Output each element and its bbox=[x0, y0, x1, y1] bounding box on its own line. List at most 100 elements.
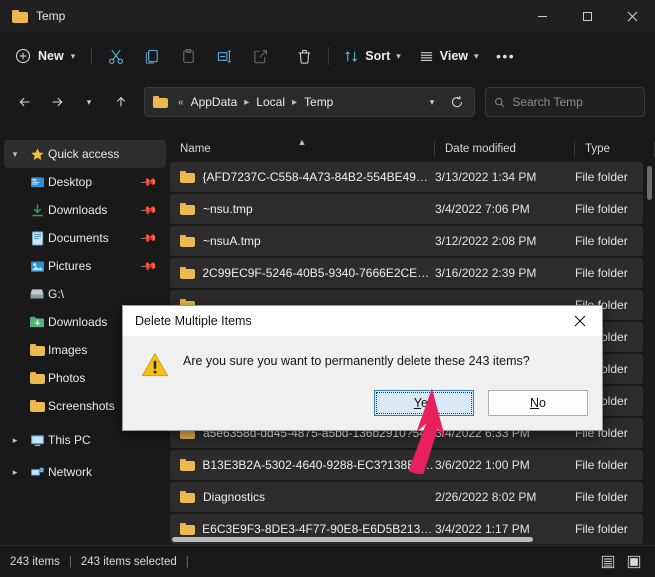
column-header-date-modified[interactable]: Date modified bbox=[435, 136, 575, 162]
sidebar-item-quick-access[interactable]: ▾ Quick access bbox=[4, 140, 166, 168]
file-date: 3/16/2022 2:39 PM bbox=[435, 266, 537, 280]
dialog-actions: Yes No bbox=[123, 384, 602, 430]
breadcrumb-local[interactable]: Local bbox=[254, 94, 287, 110]
chevron-right-icon[interactable]: ▸ bbox=[4, 467, 26, 478]
pin-icon[interactable]: 📌 bbox=[140, 257, 159, 275]
details-view-icon[interactable] bbox=[597, 551, 619, 573]
column-label: Name bbox=[180, 143, 211, 155]
chevron-down-icon[interactable]: ▾ bbox=[4, 149, 26, 160]
horizontal-scrollbar-thumb[interactable] bbox=[172, 537, 533, 542]
desktop-icon bbox=[26, 176, 48, 189]
back-button[interactable] bbox=[10, 87, 40, 117]
chevron-right-icon[interactable]: ▸ bbox=[4, 435, 26, 446]
sort-button[interactable]: Sort ▾ bbox=[335, 40, 410, 72]
up-button[interactable] bbox=[106, 87, 136, 117]
recent-locations-button[interactable]: ▾ bbox=[74, 87, 104, 117]
view-switch-buttons bbox=[597, 551, 645, 573]
yes-accesskey: Y bbox=[413, 396, 421, 410]
trash-icon bbox=[298, 49, 310, 64]
breadcrumb-temp[interactable]: Temp bbox=[302, 94, 335, 110]
up-arrow-icon bbox=[116, 96, 126, 107]
sidebar-label: Network bbox=[48, 465, 93, 479]
pin-icon[interactable]: 📌 bbox=[140, 229, 159, 247]
rename-icon bbox=[217, 50, 231, 62]
status-divider: | bbox=[185, 555, 189, 568]
folder-icon bbox=[180, 459, 195, 471]
copy-icon bbox=[145, 49, 158, 64]
file-type: File folder bbox=[575, 170, 628, 184]
table-row[interactable]: Diagnostics 2/26/2022 8:02 PM File folde… bbox=[170, 482, 643, 512]
status-bar: 243 items | 243 items selected | bbox=[0, 545, 655, 577]
search-input[interactable] bbox=[512, 95, 636, 109]
sidebar-item-network[interactable]: ▸ Network bbox=[4, 458, 166, 486]
cut-button[interactable] bbox=[98, 40, 134, 72]
sidebar-label: G:\ bbox=[48, 287, 65, 301]
sidebar-item-desktop[interactable]: Desktop 📌 bbox=[4, 168, 166, 196]
close-icon[interactable] bbox=[558, 306, 602, 336]
address-history-chevron-icon[interactable]: ▾ bbox=[420, 90, 444, 114]
table-row[interactable]: ~nsuA.tmp 3/12/2022 2:08 PM File folder bbox=[170, 226, 643, 256]
sidebar-item-drive-g[interactable]: G:\ bbox=[4, 280, 166, 308]
vertical-scrollbar-thumb[interactable] bbox=[647, 166, 652, 200]
refresh-icon[interactable] bbox=[444, 90, 470, 114]
pin-icon[interactable]: 📌 bbox=[140, 201, 159, 219]
sidebar-label: Screenshots bbox=[48, 399, 115, 413]
breadcrumb-chevron-icon: ▸ bbox=[291, 96, 298, 108]
table-row[interactable]: 2C99EC9F-5246-40B5-9340-7666E2CEE986 3/1… bbox=[170, 258, 643, 288]
file-date: 3/13/2022 1:34 PM bbox=[435, 170, 537, 184]
folder-icon bbox=[26, 400, 48, 412]
horizontal-scrollbar[interactable] bbox=[172, 537, 533, 542]
rename-button[interactable] bbox=[206, 40, 242, 72]
documents-icon bbox=[26, 231, 48, 246]
sidebar-item-downloads[interactable]: Downloads 📌 bbox=[4, 196, 166, 224]
chevron-down-icon: ▾ bbox=[70, 50, 76, 61]
sidebar-item-pictures[interactable]: Pictures 📌 bbox=[4, 252, 166, 280]
file-date: 3/4/2022 7:06 PM bbox=[435, 202, 530, 216]
sidebar-label: Documents bbox=[48, 231, 109, 245]
folder-icon bbox=[180, 203, 195, 215]
yes-label-rest: es bbox=[421, 396, 435, 410]
sort-icon bbox=[345, 50, 358, 62]
table-row[interactable]: B13E3B2A-5302-4640-9288-EC3?138B4C7E 3/6… bbox=[170, 450, 643, 480]
forward-button[interactable] bbox=[42, 87, 72, 117]
pin-icon[interactable]: 📌 bbox=[140, 173, 159, 191]
breadcrumb-appdata[interactable]: AppData bbox=[189, 94, 240, 110]
column-header-name[interactable]: ▲ Name bbox=[170, 136, 435, 162]
table-row[interactable]: ~nsu.tmp 3/4/2022 7:06 PM File folder bbox=[170, 194, 643, 224]
sidebar-label: Quick access bbox=[48, 147, 120, 161]
dialog-message: Are you sure you want to permanently del… bbox=[183, 354, 530, 368]
maximize-icon[interactable] bbox=[565, 0, 610, 32]
back-arrow-icon bbox=[19, 97, 30, 107]
search-box[interactable] bbox=[485, 87, 645, 117]
see-more-button[interactable]: ••• bbox=[488, 40, 524, 72]
dialog-title: Delete Multiple Items bbox=[135, 314, 252, 328]
sidebar-label: Photos bbox=[48, 371, 86, 385]
delete-button[interactable] bbox=[286, 40, 322, 72]
file-name: 2C99EC9F-5246-40B5-9340-7666E2CEE986 bbox=[202, 266, 435, 280]
chevron-down-icon: ▾ bbox=[396, 50, 401, 61]
folder-icon bbox=[180, 491, 195, 503]
search-icon bbox=[495, 97, 505, 107]
sort-ascending-icon: ▲ bbox=[297, 137, 307, 147]
minimize-icon[interactable] bbox=[520, 0, 565, 32]
table-row[interactable]: {AFD7237C-C558-4A73-84B2-554BE49CB... 3/… bbox=[170, 162, 643, 192]
file-type: File folder bbox=[575, 266, 628, 280]
warning-icon bbox=[141, 352, 169, 378]
tiles-view-icon[interactable] bbox=[623, 551, 645, 573]
folder-green-icon bbox=[26, 315, 48, 329]
folder-icon bbox=[26, 344, 48, 356]
view-button[interactable]: View ▾ bbox=[410, 40, 488, 72]
yes-button[interactable]: Yes bbox=[374, 390, 474, 416]
close-icon[interactable] bbox=[610, 0, 655, 32]
no-label-rest: o bbox=[539, 396, 546, 410]
breadcrumb-overflow-icon[interactable]: « bbox=[178, 97, 184, 108]
copy-button[interactable] bbox=[134, 40, 170, 72]
new-button[interactable]: New ▾ bbox=[8, 40, 85, 72]
column-header-type[interactable]: Type bbox=[575, 136, 655, 162]
file-name: ~nsu.tmp bbox=[203, 202, 253, 216]
address-bar[interactable]: « AppData ▸ Local ▸ Temp ▾ bbox=[144, 87, 475, 117]
command-toolbar: New ▾ Sort ▾ View ▾ ••• bbox=[0, 32, 655, 80]
sidebar-item-documents[interactable]: Documents 📌 bbox=[4, 224, 166, 252]
no-button[interactable]: No bbox=[488, 390, 588, 416]
file-type: File folder bbox=[575, 202, 628, 216]
